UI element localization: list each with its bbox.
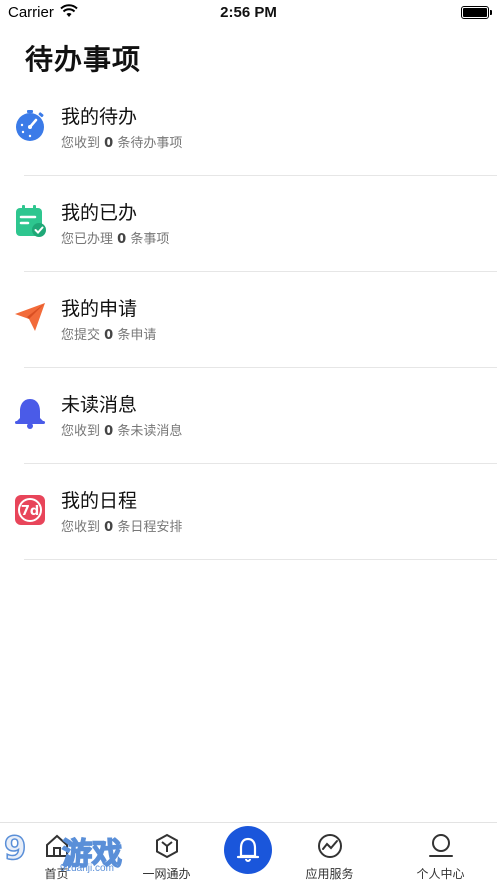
user-icon (428, 834, 453, 857)
item-subtitle: 您提交 0 条申请 (61, 328, 157, 343)
trend-icon (317, 834, 342, 858)
page-title: 待办事项 (25, 43, 142, 76)
cube-icon (155, 833, 178, 859)
item-count: 0 (104, 520, 114, 535)
item-subtitle: 您收到 0 条待办事项 (61, 136, 183, 151)
item-count: 0 (104, 424, 114, 439)
item-count: 0 (104, 136, 114, 151)
clock: 2:56 PM (220, 4, 277, 21)
item-count: 0 (104, 328, 114, 343)
list-item-my-done[interactable]: 我的已办 您已办理 0 条事项 (0, 176, 497, 272)
tab-label: 应用服务 (305, 867, 354, 881)
watermark-url: 91danji.com (60, 863, 114, 874)
item-count: 0 (117, 232, 127, 247)
calendar-7d-icon: 7d (15, 495, 45, 525)
item-title: 未读消息 (61, 394, 138, 416)
paper-plane-icon (15, 303, 45, 331)
svg-text:7d: 7d (21, 504, 39, 519)
item-title: 我的申请 (61, 298, 138, 320)
watermark-logo: 9 游戏 91danji.com (0, 823, 140, 883)
list-item-unread-messages[interactable]: 未读消息 您收到 0 条未读消息 (0, 368, 497, 464)
item-subtitle: 您已办理 0 条事项 (61, 232, 170, 247)
stopwatch-icon (16, 110, 44, 141)
battery-icon (461, 6, 492, 19)
checklist-icon (16, 205, 46, 237)
bell-icon (236, 837, 260, 862)
bell-icon (15, 399, 45, 429)
watermark-number: 9 (3, 828, 27, 868)
todo-list: 我的待办 您收到 0 条待办事项 我的已办 您已办理 0 条事项 我的申请 您提… (0, 80, 497, 560)
item-title: 我的日程 (61, 490, 138, 512)
list-item-my-application[interactable]: 我的申请 您提交 0 条申请 (0, 272, 497, 368)
list-item-my-todo[interactable]: 我的待办 您收到 0 条待办事项 (0, 80, 497, 176)
item-title: 我的已办 (61, 202, 138, 224)
status-bar: Carrier 2:56 PM (0, 0, 497, 28)
item-subtitle: 您收到 0 条日程安排 (61, 520, 183, 535)
list-item-my-schedule[interactable]: 7d 我的日程 您收到 0 条日程安排 (0, 464, 497, 560)
item-title: 我的待办 (61, 106, 138, 128)
divider (24, 559, 497, 560)
tab-label: 个人中心 (416, 867, 465, 881)
tab-app-services[interactable]: 应用服务 (280, 823, 379, 883)
tab-notifications[interactable] (224, 826, 272, 874)
item-subtitle: 您收到 0 条未读消息 (61, 424, 183, 439)
tab-profile[interactable]: 个人中心 (391, 823, 490, 883)
